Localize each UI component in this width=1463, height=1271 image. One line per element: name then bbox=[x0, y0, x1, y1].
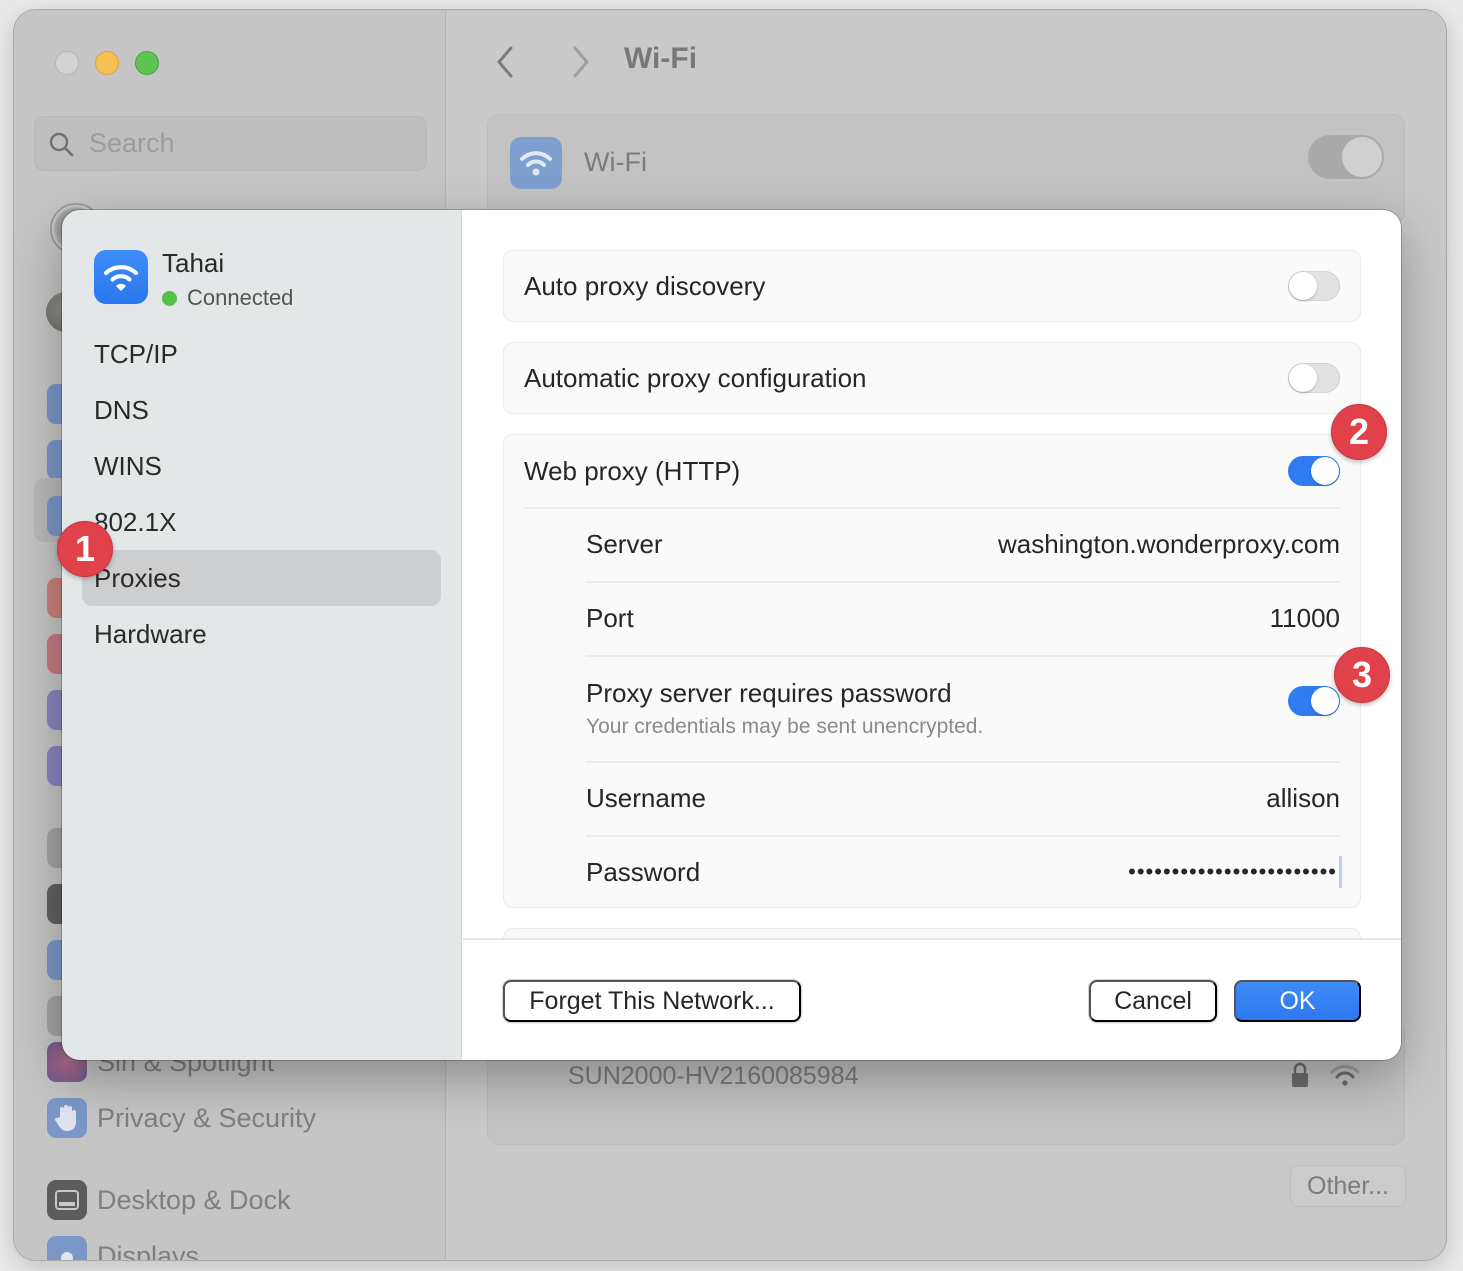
sun-icon bbox=[47, 1236, 87, 1260]
server-label: Server bbox=[586, 528, 663, 559]
close-window-button[interactable] bbox=[55, 51, 79, 75]
wifi-icon bbox=[94, 250, 148, 304]
sidebar-item-displays[interactable]: Displays bbox=[47, 1236, 199, 1260]
nav-item-8021x[interactable]: 802.1X bbox=[82, 494, 441, 550]
search-icon bbox=[49, 132, 74, 156]
network-details-sheet: Tahai Connected TCP/IP DNS WINS 802.1X P… bbox=[62, 210, 1401, 1060]
wifi-signal-icon bbox=[1330, 1065, 1360, 1086]
nav-item-hardware[interactable]: Hardware bbox=[82, 606, 441, 662]
network-header: Tahai Connected bbox=[94, 248, 293, 311]
nav-item-proxies[interactable]: Proxies bbox=[82, 550, 441, 606]
username-field[interactable]: allison bbox=[1266, 783, 1340, 814]
sidebar-item-desktop-dock[interactable]: Desktop & Dock bbox=[47, 1180, 291, 1220]
proxies-pane: Auto proxy discovery Automatic proxy con… bbox=[463, 210, 1401, 938]
auto-proxy-discovery-label: Auto proxy discovery bbox=[524, 270, 766, 301]
network-name: Tahai bbox=[162, 248, 225, 278]
search-field[interactable]: Search bbox=[34, 116, 427, 171]
auto-proxy-config-toggle[interactable] bbox=[1288, 363, 1340, 393]
connection-status: Connected bbox=[162, 285, 293, 311]
network-name[interactable]: SUN2000-HV2160085984 bbox=[568, 1062, 859, 1091]
unencrypted-warning: Your credentials may be sent unencrypted… bbox=[586, 714, 984, 738]
lock-icon bbox=[1292, 1062, 1308, 1087]
auto-proxy-config-label: Automatic proxy configuration bbox=[524, 362, 867, 393]
nav-item-tcpip[interactable]: TCP/IP bbox=[82, 326, 441, 382]
web-proxy-label: Web proxy (HTTP) bbox=[524, 455, 741, 486]
nav-item-dns[interactable]: DNS bbox=[82, 382, 441, 438]
hand-icon bbox=[47, 1098, 87, 1138]
zoom-window-button[interactable] bbox=[135, 51, 159, 75]
web-proxy-group: Web proxy (HTTP) Server washington.wonde… bbox=[503, 434, 1361, 908]
wifi-toggle-card: Wi-Fi bbox=[487, 114, 1405, 224]
auto-proxy-discovery-toggle[interactable] bbox=[1288, 271, 1340, 301]
status-dot-icon bbox=[162, 290, 177, 306]
sidebar-item-privacy-security[interactable]: Privacy & Security bbox=[47, 1098, 316, 1138]
forward-chevron-icon[interactable] bbox=[565, 44, 595, 80]
port-label: Port bbox=[586, 602, 634, 633]
text-cursor bbox=[1339, 856, 1342, 888]
auto-proxy-config-group: Automatic proxy configuration bbox=[503, 342, 1361, 414]
search-placeholder: Search bbox=[89, 128, 175, 158]
minimize-window-button[interactable] bbox=[95, 51, 119, 75]
auto-proxy-discovery-group: Auto proxy discovery bbox=[503, 250, 1361, 322]
server-field[interactable]: washington.wonderproxy.com bbox=[998, 529, 1340, 560]
password-value: •••••••••••••••••••••••• bbox=[1128, 859, 1337, 884]
sheet-footer: Forget This Network... Cancel OK bbox=[463, 938, 1401, 1060]
ok-button[interactable]: OK bbox=[1234, 980, 1361, 1022]
wifi-label: Wi-Fi bbox=[584, 147, 647, 177]
dock-icon bbox=[47, 1180, 87, 1220]
step-badge-3: 3 bbox=[1334, 647, 1390, 703]
web-proxy-toggle[interactable] bbox=[1288, 456, 1340, 486]
requires-password-label: Proxy server requires password bbox=[586, 677, 952, 708]
back-chevron-icon[interactable] bbox=[491, 44, 521, 80]
window-controls bbox=[55, 51, 159, 75]
nav-item-wins[interactable]: WINS bbox=[82, 438, 441, 494]
requires-password-toggle[interactable] bbox=[1288, 686, 1340, 716]
other-network-button[interactable]: Other... bbox=[1290, 1165, 1406, 1207]
sheet-sidebar: Tahai Connected TCP/IP DNS WINS 802.1X P… bbox=[62, 210, 462, 1060]
step-badge-2: 2 bbox=[1331, 404, 1387, 460]
next-proxy-group bbox=[503, 928, 1361, 938]
status-text: Connected bbox=[187, 285, 294, 310]
page-title: Wi-Fi bbox=[624, 42, 698, 75]
wifi-toggle[interactable] bbox=[1308, 135, 1384, 179]
username-label: Username bbox=[586, 782, 706, 813]
wifi-app-icon bbox=[510, 137, 562, 189]
cancel-button[interactable]: Cancel bbox=[1089, 980, 1217, 1022]
password-label: Password bbox=[586, 856, 701, 887]
step-badge-1: 1 bbox=[57, 521, 113, 577]
password-field[interactable]: •••••••••••••••••••••••• bbox=[1128, 856, 1342, 888]
forget-network-button[interactable]: Forget This Network... bbox=[503, 980, 801, 1022]
sheet-nav: TCP/IP DNS WINS 802.1X Proxies Hardware bbox=[82, 326, 441, 662]
port-field[interactable]: 11000 bbox=[1270, 603, 1340, 634]
